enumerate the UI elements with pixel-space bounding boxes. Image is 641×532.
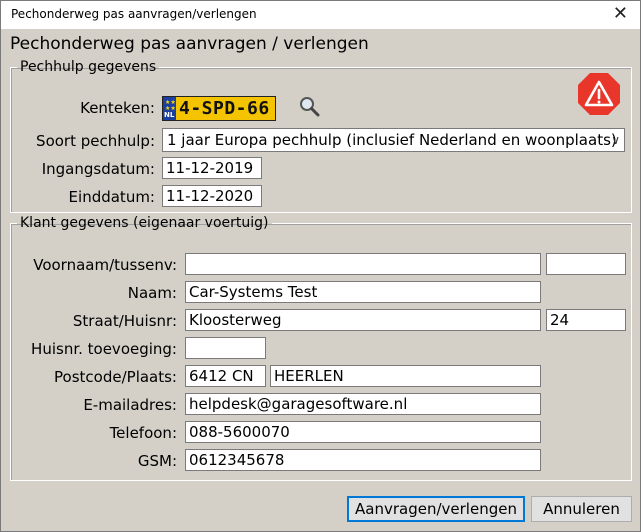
annuleren-button[interactable]: Annuleren <box>531 496 632 522</box>
voornaam-label: Voornaam/tussenv: <box>33 256 177 274</box>
gsm-label: GSM: <box>137 452 177 470</box>
dialog-body: Pechonderweg pas aanvragen / verlengen P… <box>1 29 640 531</box>
toevoeging-label: Huisnr. toevoeging: <box>31 340 177 358</box>
warning-octagon-icon <box>578 73 620 115</box>
postcode-label: Postcode/Plaats: <box>54 368 177 386</box>
eind-label: Einddatum: <box>68 188 155 206</box>
straat-field[interactable]: Kloosterweg <box>185 309 541 331</box>
ingang-label: Ingangsdatum: <box>41 160 155 178</box>
aanvragen-button[interactable]: Aanvragen/verlengen <box>347 496 525 522</box>
pechhulp-legend: Pechhulp gegevens <box>20 59 157 75</box>
einddatum-field[interactable]: 11-12-2020 <box>162 185 262 207</box>
huisnr-field[interactable]: 24 <box>546 309 626 331</box>
plate-country: NL <box>164 111 175 119</box>
telefoon-field[interactable]: 088-5600070 <box>185 421 541 443</box>
chevron-down-icon: ∨ <box>611 133 620 147</box>
license-plate[interactable]: ★★ ★★ NL 4-SPD-66 <box>162 96 276 121</box>
magnifier-icon[interactable] <box>298 95 320 117</box>
window-title: Pechonderweg pas aanvragen/verlengen <box>11 7 257 21</box>
email-field[interactable]: helpdesk@garagesoftware.nl <box>185 393 541 415</box>
eu-flag-icon: ★★ ★★ NL <box>163 97 176 120</box>
ingangsdatum-field[interactable]: 11-12-2019 <box>162 157 262 179</box>
soort-pechhulp-select[interactable]: 1 jaar Europa pechhulp (inclusief Nederl… <box>162 128 625 152</box>
naam-label: Naam: <box>127 284 177 302</box>
plaats-field[interactable]: HEERLEN <box>270 365 541 387</box>
dialog-window: Pechonderweg pas aanvragen/verlengen ✕ P… <box>0 0 641 532</box>
tussenvoegsel-field[interactable] <box>546 253 626 275</box>
voornaam-field[interactable] <box>185 253 541 275</box>
gsm-field[interactable]: 0612345678 <box>185 449 541 471</box>
telefoon-label: Telefoon: <box>109 424 177 442</box>
soort-label: Soort pechhulp: <box>36 132 155 150</box>
dialog-heading: Pechonderweg pas aanvragen / verlengen <box>10 34 369 54</box>
straat-label: Straat/Huisnr: <box>72 312 177 330</box>
postcode-field[interactable]: 6412 CN <box>185 365 266 387</box>
close-icon[interactable]: ✕ <box>613 3 628 24</box>
toevoeging-field[interactable] <box>185 337 266 359</box>
kenteken-value: 4-SPD-66 <box>179 98 270 119</box>
email-label: E-mailadres: <box>83 396 177 414</box>
soort-value: 1 jaar Europa pechhulp (inclusief Nederl… <box>167 131 617 149</box>
klant-legend: Klant gegevens (eigenaar voertuig) <box>20 215 269 231</box>
kenteken-label: Kenteken: <box>80 99 155 117</box>
title-bar: Pechonderweg pas aanvragen/verlengen ✕ <box>1 1 640 29</box>
naam-field[interactable]: Car-Systems Test <box>185 281 541 303</box>
